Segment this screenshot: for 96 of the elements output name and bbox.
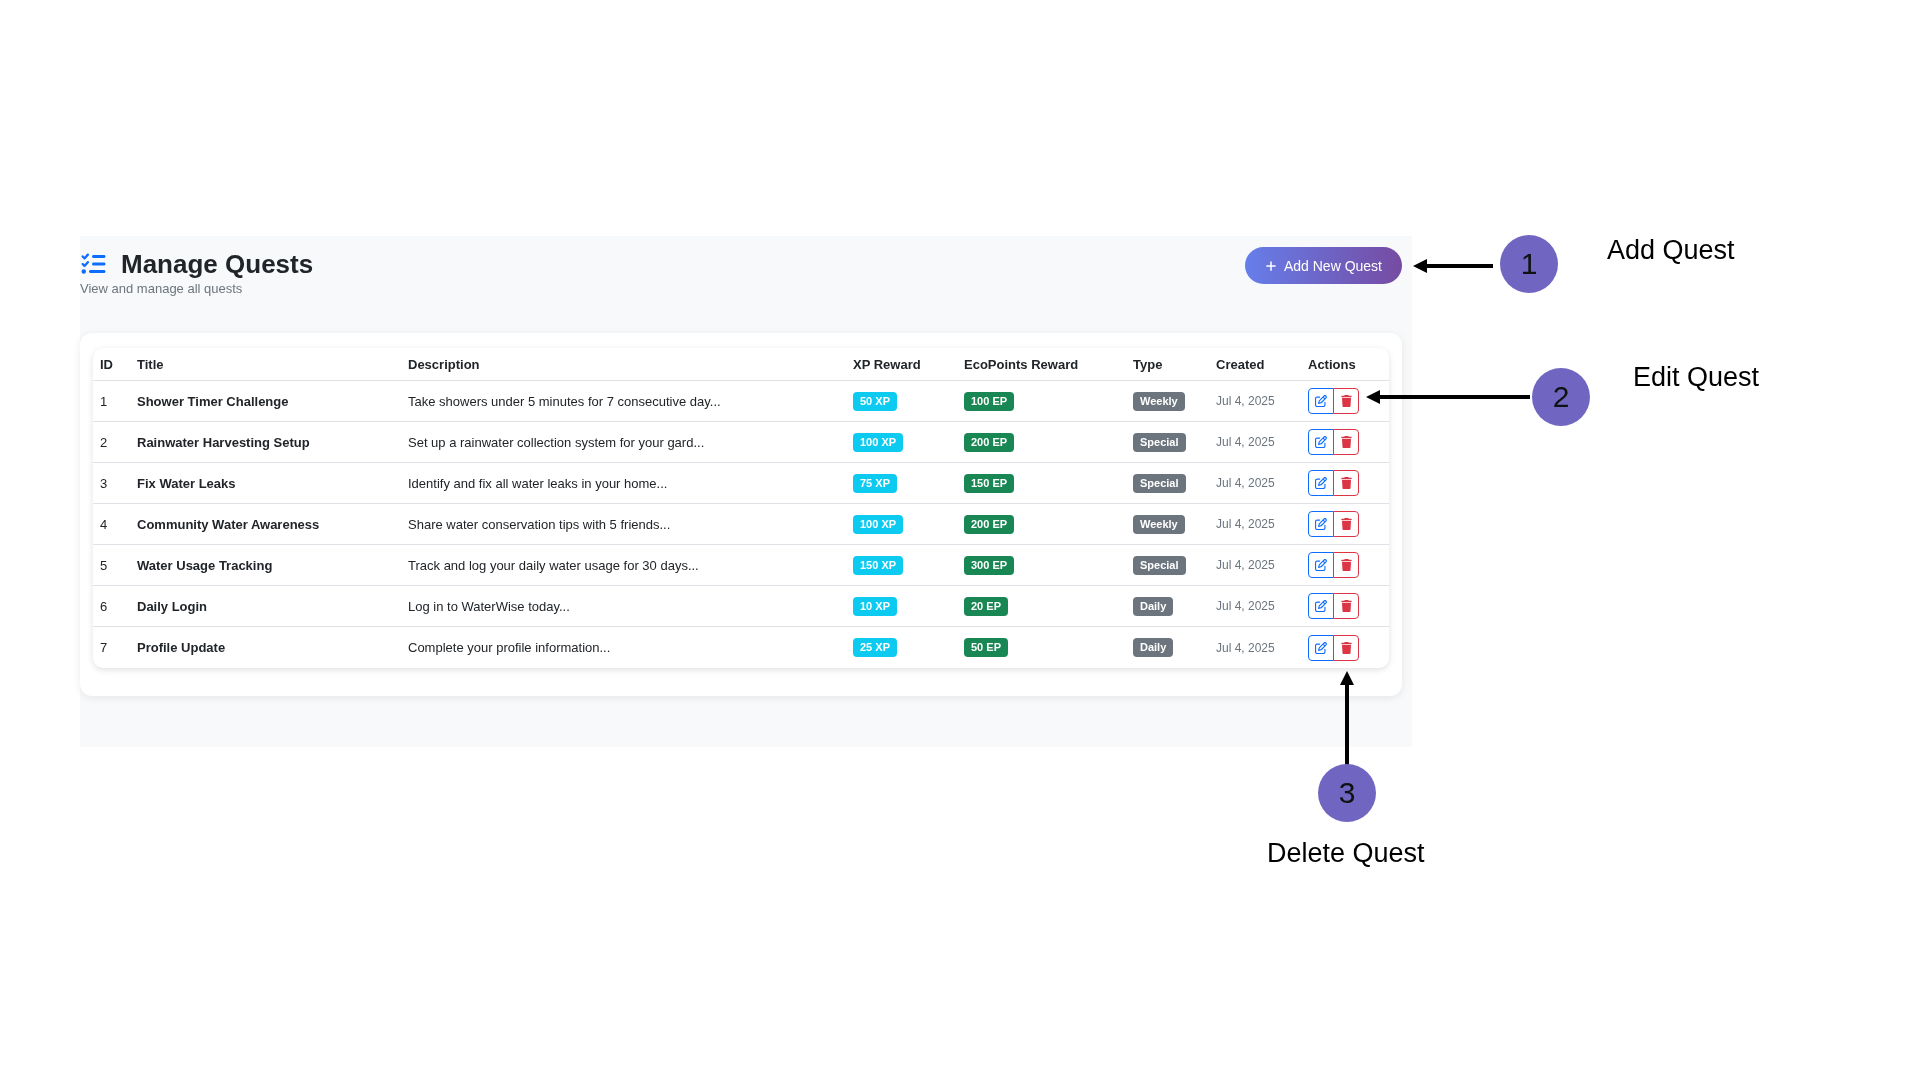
delete-button[interactable] [1333,552,1359,578]
ecopoints-badge: 50 EP [964,638,1008,657]
trash-icon [1340,518,1352,530]
column-header: ID [99,355,114,374]
ecopoints-badge: 200 EP [964,514,1015,534]
edit-icon [1315,477,1327,489]
table-cell-text: 6 [99,597,109,616]
callout-label: Edit Quest [1633,361,1760,393]
table-cell-text: Jul 4, 2025 [1215,516,1276,533]
table-cell-text: 4 [99,515,109,534]
delete-button[interactable] [1333,511,1359,537]
delete-button[interactable] [1333,388,1359,414]
add-quest-button[interactable]: Add New Quest [1244,247,1402,284]
type-badge: Special [1133,555,1186,575]
callout-number: 2 [1532,368,1590,426]
edit-icon [1315,436,1327,448]
table-cell-text: 2 [99,433,109,452]
delete-button[interactable] [1333,634,1359,661]
edit-button[interactable] [1308,470,1334,496]
table-cell-text: Jul 4, 2025 [1215,393,1276,410]
table-cell-text: Identify and fix all water leaks in your home... [407,474,669,493]
trash-icon [1340,477,1352,489]
callout-number: 3 [1318,764,1376,822]
table-cell-text: Daily Login [136,597,209,616]
trash-icon [1340,641,1352,654]
column-header: Created [1215,355,1266,374]
table-cell-text: Community Water Awareness [136,515,321,534]
table-cell-text: Jul 4, 2025 [1215,475,1276,492]
edit-button[interactable] [1308,388,1334,414]
checklist-icon [80,252,107,276]
table-cell-text: 7 [99,639,109,657]
xp-badge: 75 XP [853,473,897,493]
table-cell-text: Profile Update [136,639,227,657]
table-cell-text: Log in to WaterWise today... [407,597,571,616]
table-cell-text: Set up a rainwater collection system for your gard... [407,433,706,452]
ecopoints-badge: 100 EP [964,391,1015,411]
column-header: XP Reward [852,355,922,374]
delete-button[interactable] [1333,593,1359,619]
column-header: Title [136,355,165,374]
xp-badge: 25 XP [853,638,897,657]
xp-badge: 100 XP [853,514,904,534]
table-cell-text: Jul 4, 2025 [1215,434,1276,451]
edit-button[interactable] [1308,634,1334,661]
ecopoints-badge: 150 EP [964,473,1015,493]
table-cell-text: Fix Water Leaks [136,474,237,493]
table-cell-text: Complete your profile information... [407,639,612,657]
column-header: EcoPoints Reward [963,355,1080,374]
type-badge: Weekly [1133,391,1185,411]
column-header: Type [1132,355,1164,374]
table-cell-text: Rainwater Harvesting Setup [136,433,311,452]
delete-button[interactable] [1333,429,1359,455]
xp-badge: 50 XP [853,391,897,411]
xp-badge: 100 XP [853,432,904,452]
trash-icon [1340,600,1352,612]
table-cell-text: Jul 4, 2025 [1215,639,1276,657]
xp-badge: 150 XP [853,555,904,575]
table-cell-text: Track and log your daily water usage for 30 days... [407,556,700,575]
page-title: Manage Quests [121,248,314,280]
table-cell-text: 5 [99,556,109,575]
edit-icon [1315,600,1327,612]
type-badge: Special [1133,432,1186,452]
edit-button[interactable] [1308,593,1334,619]
edit-icon [1315,518,1327,530]
callout-label: Delete Quest [1267,837,1425,869]
edit-icon [1315,395,1327,407]
trash-icon [1340,436,1352,448]
type-badge: Daily [1133,596,1174,616]
edit-button[interactable] [1308,429,1334,455]
edit-button[interactable] [1308,552,1334,578]
edit-icon [1315,559,1327,571]
delete-button[interactable] [1333,470,1359,496]
callout-number: 1 [1500,235,1558,293]
xp-badge: 10 XP [853,596,897,616]
plus-icon [1264,259,1277,272]
trash-icon [1340,395,1352,407]
table-cell-text: 3 [99,474,109,493]
table-cell-text: Shower Timer Challenge [136,392,290,411]
table-cell-text: Water Usage Tracking [136,556,274,575]
ecopoints-badge: 300 EP [964,555,1015,575]
table-cell-text: 1 [99,392,109,411]
column-header: Description [407,355,481,374]
callout-label: Add Quest [1607,234,1735,266]
type-badge: Special [1133,473,1186,493]
table-cell-text: Share water conservation tips with 5 friends... [407,515,672,534]
table-cell-text: Take showers under 5 minutes for 7 consecutive day... [407,392,722,411]
table-cell-text: Jul 4, 2025 [1215,557,1276,574]
edit-button[interactable] [1308,511,1334,537]
type-badge: Weekly [1133,514,1185,534]
column-header: Actions [1307,355,1357,374]
ecopoints-badge: 20 EP [964,596,1008,616]
edit-icon [1315,641,1327,654]
ecopoints-badge: 200 EP [964,432,1015,452]
table-cell-text: Jul 4, 2025 [1215,598,1276,615]
type-badge: Daily [1133,638,1174,657]
page-subtitle: View and manage all quests [80,280,244,298]
trash-icon [1340,559,1352,571]
